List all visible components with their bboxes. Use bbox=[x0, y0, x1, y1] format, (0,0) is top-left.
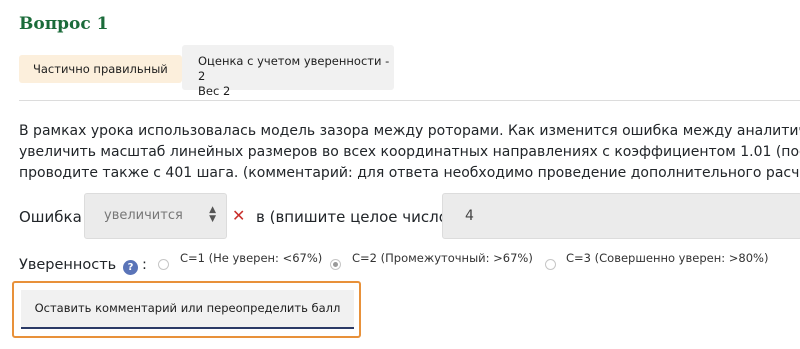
question-text-line: увеличить масштаб линейных размеров во в… bbox=[19, 144, 800, 160]
incorrect-icon: ✕ bbox=[232, 206, 246, 225]
arrow-down-icon: ▼ bbox=[209, 214, 216, 224]
confidence-radio-c3[interactable] bbox=[545, 259, 556, 270]
error-direction-select[interactable]: увеличится ▲ ▼ bbox=[84, 193, 227, 239]
question-text-line: В рамках урока использовалась модель заз… bbox=[19, 123, 800, 139]
select-arrows-icon: ▲ ▼ bbox=[209, 206, 216, 224]
confidence-row: Уверенность ? : C=1 (Не уверен: <67%) C=… bbox=[0, 251, 800, 275]
grade-weight-text: Вес 2 bbox=[198, 84, 231, 98]
answer-row: Ошибка увеличится ▲ ▼ ✕ в (впишите целое… bbox=[0, 193, 800, 241]
confidence-option-c1-label: C=1 (Не уверен: <67%) bbox=[180, 251, 323, 265]
confidence-option-c3-label: C=3 (Совершенно уверен: >80%) bbox=[566, 251, 769, 265]
question-text-line: проводите также с 401 шага. (комментарий… bbox=[19, 165, 800, 181]
quiz-review-page: Вопрос 1 Частично правильный Оценка с уч… bbox=[0, 0, 800, 349]
question-text: В рамках урока использовалась модель заз… bbox=[19, 121, 800, 184]
grade-info: Оценка с учетом уверенности - 2 Вес 2 bbox=[182, 45, 394, 98]
select-value: увеличится bbox=[104, 208, 183, 223]
help-icon[interactable]: ? bbox=[123, 260, 138, 275]
comment-button-focus-ring: Оставить комментарий или переопределить … bbox=[12, 281, 361, 338]
grade-confidence-text: Оценка с учетом уверенности - 2 bbox=[198, 54, 390, 83]
confidence-label: Уверенность bbox=[19, 257, 117, 273]
number-answer-field[interactable]: 4 bbox=[442, 193, 800, 239]
divider bbox=[19, 100, 800, 101]
question-title: Вопрос 1 bbox=[19, 14, 109, 34]
error-label: Ошибка bbox=[19, 208, 82, 226]
confidence-colon: : bbox=[142, 257, 147, 273]
integer-prompt-label: в (впишите целое число) bbox=[256, 208, 454, 226]
confidence-radio-c1[interactable] bbox=[158, 259, 169, 270]
confidence-radio-c2[interactable] bbox=[330, 259, 341, 270]
comment-override-button[interactable]: Оставить комментарий или переопределить … bbox=[21, 290, 354, 329]
question-state-badge: Частично правильный bbox=[19, 55, 182, 83]
confidence-option-c2-label: C=2 (Промежуточный: >67%) bbox=[352, 251, 533, 265]
